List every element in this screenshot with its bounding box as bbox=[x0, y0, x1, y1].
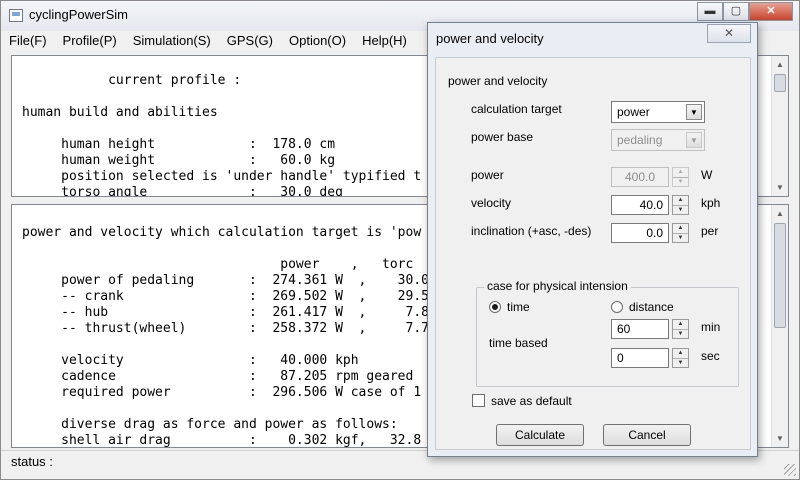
power-label: power bbox=[471, 168, 504, 182]
cancel-button[interactable]: Cancel bbox=[603, 424, 691, 446]
velocity-label: velocity bbox=[471, 196, 512, 210]
window-controls: ▬ ▢ ✕ bbox=[697, 2, 793, 21]
dialog-close-button[interactable]: ✕ bbox=[707, 24, 751, 43]
power-velocity-dialog: power and velocity ✕ power and velocity … bbox=[427, 22, 758, 457]
calc-target-select[interactable]: power ▼ bbox=[611, 101, 705, 123]
velocity-stepper[interactable]: ▲ ▼ bbox=[672, 195, 689, 215]
status-text: status : bbox=[11, 454, 53, 469]
scroll-thumb[interactable] bbox=[774, 223, 786, 328]
scroll-thumb[interactable] bbox=[774, 74, 786, 92]
calculate-button[interactable]: Calculate bbox=[496, 424, 584, 446]
distance-radio-label[interactable]: distance bbox=[629, 300, 674, 314]
text-line: power of pedaling : 274.361 W , 30.0 bbox=[22, 273, 429, 288]
step-up-icon[interactable]: ▲ bbox=[673, 168, 688, 177]
resize-grip-icon[interactable] bbox=[784, 464, 796, 476]
close-button[interactable]: ✕ bbox=[749, 2, 793, 21]
step-up-icon[interactable]: ▲ bbox=[673, 349, 688, 358]
scroll-down-icon[interactable]: ▼ bbox=[772, 430, 788, 447]
maximize-button[interactable]: ▢ bbox=[723, 2, 749, 21]
menu-simulation[interactable]: Simulation(S) bbox=[125, 31, 219, 51]
menu-help[interactable]: Help(H) bbox=[354, 31, 415, 51]
text-line: cadence : 87.205 rpm geared bbox=[22, 369, 414, 384]
text-line: required power : 296.506 W case of 1 bbox=[22, 385, 422, 400]
minutes-stepper[interactable]: ▲ ▼ bbox=[672, 319, 689, 339]
menu-option[interactable]: Option(O) bbox=[281, 31, 354, 51]
text-line: current profile : bbox=[22, 73, 242, 88]
seconds-input[interactable]: 0 bbox=[611, 348, 669, 368]
step-down-icon[interactable]: ▼ bbox=[673, 233, 688, 242]
text-line: power , torc bbox=[22, 257, 414, 272]
calc-target-value: power bbox=[617, 105, 650, 119]
inclination-input[interactable]: 0.0 bbox=[611, 223, 669, 243]
minutes-unit: min bbox=[701, 320, 721, 334]
save-default-checkbox[interactable] bbox=[472, 394, 485, 407]
result-scrollbar[interactable]: ▲ ▼ bbox=[771, 205, 788, 447]
group-title: case for physical intension bbox=[484, 279, 631, 293]
step-up-icon[interactable]: ▲ bbox=[673, 196, 688, 205]
text-line: human build and abilities bbox=[22, 105, 218, 120]
text-line: diverse drag as force and power as follo… bbox=[22, 417, 398, 432]
text-line: position selected is 'under handle' typi… bbox=[22, 169, 422, 184]
app-icon bbox=[9, 9, 23, 22]
power-base-label: power base bbox=[471, 130, 534, 144]
step-down-icon[interactable]: ▼ bbox=[673, 205, 688, 214]
step-down-icon[interactable]: ▼ bbox=[673, 329, 688, 338]
power-stepper[interactable]: ▲ ▼ bbox=[672, 167, 689, 187]
minutes-input[interactable]: 60 bbox=[611, 319, 669, 339]
scroll-up-icon[interactable]: ▲ bbox=[772, 56, 788, 73]
calc-target-label: calculation target bbox=[471, 102, 562, 116]
step-down-icon[interactable]: ▼ bbox=[673, 177, 688, 186]
inclination-label: inclination (+asc, -des) bbox=[471, 224, 592, 238]
dialog-body: power and velocity calculation target po… bbox=[435, 57, 751, 450]
velocity-input[interactable]: 40.0 bbox=[611, 195, 669, 215]
text-line: human weight : 60.0 kg bbox=[22, 153, 336, 168]
text-line: -- hub : 261.417 W , 7.8 bbox=[22, 305, 429, 320]
profile-scrollbar[interactable]: ▲ ▼ bbox=[771, 56, 788, 196]
text-line: shell air drag : 0.302 kgf, 32.8 bbox=[22, 433, 422, 448]
velocity-unit: kph bbox=[701, 196, 721, 210]
seconds-stepper[interactable]: ▲ ▼ bbox=[672, 348, 689, 368]
text-line: power and velocity which calculation tar… bbox=[22, 225, 422, 240]
power-input[interactable]: 400.0 bbox=[611, 167, 669, 187]
seconds-unit: sec bbox=[701, 349, 720, 363]
inclination-unit: per bbox=[701, 224, 719, 238]
chevron-down-icon: ▼ bbox=[686, 132, 702, 148]
power-unit: W bbox=[701, 168, 713, 182]
text-line: human height : 178.0 cm bbox=[22, 137, 336, 152]
section-label: power and velocity bbox=[448, 74, 548, 88]
text-line: -- crank : 269.502 W , 29.5 bbox=[22, 289, 429, 304]
power-base-select[interactable]: pedaling ▼ bbox=[611, 129, 705, 151]
window-title: cyclingPowerSim bbox=[29, 7, 128, 22]
power-base-value: pedaling bbox=[617, 133, 663, 147]
text-line: torso angle : 30.0 deg bbox=[22, 185, 343, 197]
scroll-up-icon[interactable]: ▲ bbox=[772, 205, 788, 222]
step-up-icon[interactable]: ▲ bbox=[673, 224, 688, 233]
time-radio-label[interactable]: time bbox=[507, 300, 530, 314]
scroll-down-icon[interactable]: ▼ bbox=[772, 179, 788, 196]
text-line: -- thrust(wheel) : 258.372 W , 7.7 bbox=[22, 321, 429, 336]
text-line: velocity : 40.000 kph bbox=[22, 353, 359, 368]
time-radio[interactable] bbox=[489, 301, 501, 313]
distance-radio[interactable] bbox=[611, 301, 623, 313]
step-down-icon[interactable]: ▼ bbox=[673, 358, 688, 367]
step-up-icon[interactable]: ▲ bbox=[673, 320, 688, 329]
menu-gps[interactable]: GPS(G) bbox=[219, 31, 281, 51]
menu-file[interactable]: File(F) bbox=[1, 31, 55, 51]
dialog-title: power and velocity bbox=[436, 31, 544, 46]
chevron-down-icon: ▼ bbox=[686, 104, 702, 120]
save-default-label[interactable]: save as default bbox=[491, 394, 572, 408]
menu-profile[interactable]: Profile(P) bbox=[55, 31, 125, 51]
minimize-button[interactable]: ▬ bbox=[697, 2, 723, 21]
inclination-stepper[interactable]: ▲ ▼ bbox=[672, 223, 689, 243]
time-based-label: time based bbox=[489, 336, 548, 350]
